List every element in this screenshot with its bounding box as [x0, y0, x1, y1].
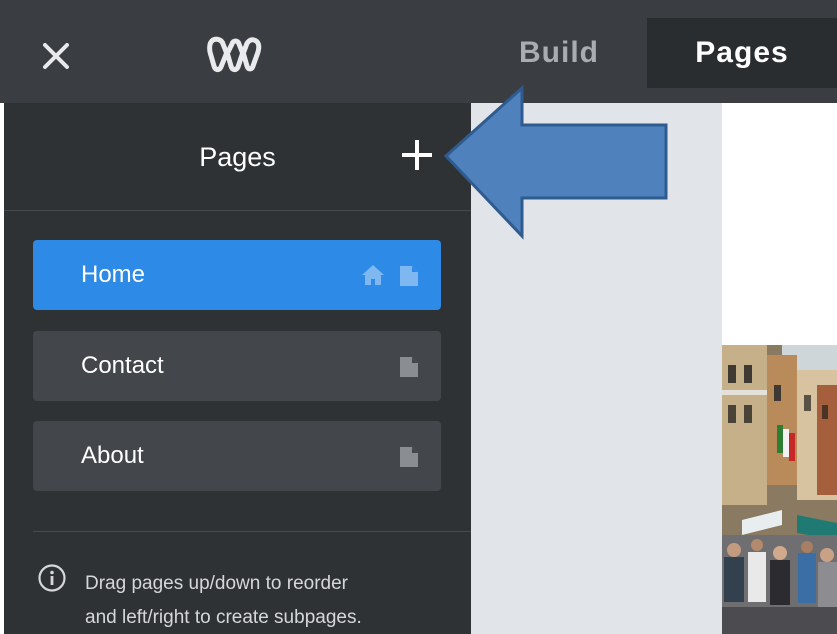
page-item-home[interactable]: Home	[33, 240, 441, 310]
close-icon	[43, 43, 69, 69]
preview-page-header	[722, 103, 837, 345]
weebly-logo-icon	[207, 36, 262, 72]
page-item-contact[interactable]: Contact	[33, 331, 441, 401]
preview-canvas	[471, 103, 722, 634]
reorder-help-text: Drag pages up/down to reorder and left/r…	[85, 567, 455, 634]
editor-topbar: Build Pages	[0, 0, 837, 103]
page-icon	[400, 357, 418, 377]
home-icon	[362, 265, 384, 285]
close-button[interactable]	[36, 36, 76, 76]
preview-photo	[722, 345, 837, 634]
help-line-2: and left/right to create subpages.	[85, 607, 362, 628]
page-item-label: Home	[81, 261, 146, 288]
help-line-1: Drag pages up/down to reorder	[85, 573, 348, 594]
sidebar-header: Pages	[4, 103, 471, 211]
page-icon	[400, 266, 418, 286]
info-icon	[38, 564, 66, 592]
add-page-button[interactable]	[399, 137, 435, 173]
tab-pages[interactable]: Pages	[647, 18, 837, 88]
sidebar-divider	[33, 531, 471, 532]
pages-sidebar: Pages Home Contact About Drag pages up/d…	[4, 103, 471, 634]
venice-photo-image	[722, 345, 837, 634]
page-item-about[interactable]: About	[33, 421, 441, 491]
page-item-label: Contact	[81, 352, 164, 379]
tab-build[interactable]: Build	[497, 18, 621, 88]
page-icon	[400, 447, 418, 467]
page-item-label: About	[81, 442, 144, 469]
sidebar-title-text: Pages	[199, 142, 276, 172]
